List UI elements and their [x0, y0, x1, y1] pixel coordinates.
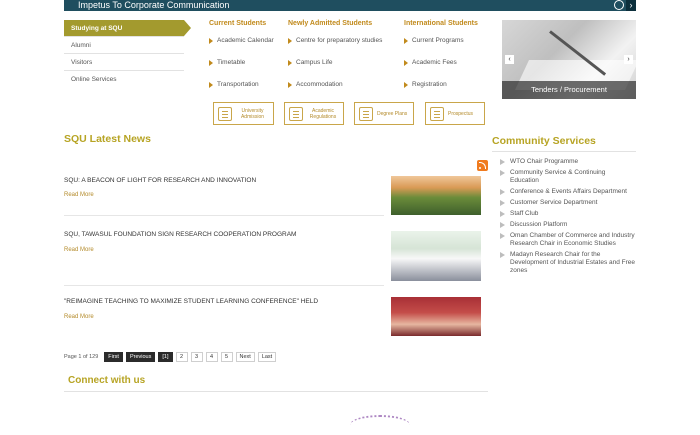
rss-icon[interactable]	[477, 160, 488, 171]
community-services-list: WTO Chair Programme Community Service & …	[500, 158, 636, 278]
page-button[interactable]: 5	[220, 352, 233, 362]
menu-heading: Current Students	[209, 20, 267, 27]
university-admission-button[interactable]: University Admission	[213, 102, 274, 125]
prospectus-button[interactable]: Prospectus	[425, 102, 485, 125]
news-pagination: Page 1 of 129 First Previous [1] 2 3 4 5…	[64, 352, 277, 362]
divider	[492, 151, 636, 152]
quick-link-label: Academic Regulations	[309, 107, 337, 120]
community-item[interactable]: Community Service & Continuing Education	[500, 169, 636, 185]
next-arrow-icon[interactable]: ›	[626, 0, 636, 11]
menu-link[interactable]: Campus Life	[288, 57, 382, 79]
community-item[interactable]: Oman Chamber of Commerce and Industry Re…	[500, 232, 636, 248]
news-section-title: SQU Latest News	[64, 133, 151, 145]
menu-link[interactable]: Registration	[404, 79, 478, 101]
page-button[interactable]: 3	[190, 352, 203, 362]
last-page-button[interactable]: Last	[257, 352, 277, 362]
page-info: Page 1 of 129	[64, 354, 99, 360]
left-nav-item-studying[interactable]: Studying at SQU	[64, 20, 191, 37]
read-more-link[interactable]: Read More	[64, 314, 94, 320]
community-item[interactable]: Conference & Events Affairs Department	[500, 188, 636, 196]
previous-page-button[interactable]: Previous	[125, 352, 156, 362]
menu-link[interactable]: Academic Calendar	[209, 35, 274, 57]
pause-icon[interactable]	[614, 0, 624, 10]
page-button-current[interactable]: [1]	[158, 352, 173, 362]
menu-link[interactable]: Transportation	[209, 79, 274, 101]
menu-link[interactable]: Centre for preparatory studies	[288, 35, 382, 57]
graduation-cap-icon	[359, 106, 373, 121]
tenders-caption[interactable]: Tenders / Procurement	[502, 81, 636, 99]
news-thumbnail[interactable]	[391, 297, 481, 336]
news-headline[interactable]: "REIMAGINE TEACHING TO MAXIMIZE STUDENT …	[64, 298, 318, 305]
menu-link[interactable]: Academic Fees	[404, 57, 478, 79]
read-more-link[interactable]: Read More	[64, 247, 94, 253]
community-item[interactable]: WTO Chair Programme	[500, 158, 636, 166]
menu-heading: Newly Admitted Students	[288, 20, 373, 27]
tenders-banner[interactable]: ‹ › Tenders / Procurement	[502, 20, 636, 99]
menu-link[interactable]: Accommodation	[288, 79, 382, 101]
page-button[interactable]: 2	[175, 352, 188, 362]
next-arrow-icon[interactable]: ›	[624, 55, 633, 64]
left-nav-item-online-services[interactable]: Online Services	[64, 71, 184, 88]
news-item: "REIMAGINE TEACHING TO MAXIMIZE STUDENT …	[64, 295, 488, 337]
globe-logo-icon	[350, 415, 410, 435]
top-banner[interactable]: Impetus To Corporate Communication ›	[64, 0, 636, 11]
news-thumbnail[interactable]	[391, 231, 481, 281]
quick-link-label: Degree Plans	[377, 110, 408, 117]
connect-title: Connect with us	[68, 375, 146, 386]
regulations-icon	[289, 106, 303, 121]
news-item: SQU: A BEACON OF LIGHT FOR RESEARCH AND …	[64, 172, 488, 216]
menu-international: International Students Current Programs …	[404, 20, 478, 101]
top-banner-text[interactable]: Impetus To Corporate Communication	[78, 0, 229, 10]
community-services-title: Community Services	[492, 135, 596, 147]
community-item[interactable]: Madayn Research Chair for the Developmen…	[500, 251, 636, 275]
left-nav-item-alumni[interactable]: Alumni	[64, 37, 184, 54]
quick-link-label: Prospectus	[448, 110, 474, 117]
left-nav-item-visitors[interactable]: Visitors	[64, 54, 184, 71]
academic-regulations-button[interactable]: Academic Regulations	[284, 102, 344, 125]
news-thumbnail[interactable]	[391, 176, 481, 215]
divider	[64, 215, 384, 216]
quick-link-label: University Admission	[240, 107, 265, 120]
menu-current-students: Current Students Academic Calendar Timet…	[209, 20, 274, 101]
read-more-link[interactable]: Read More	[64, 192, 94, 198]
community-item[interactable]: Discussion Platform	[500, 221, 636, 229]
admission-icon	[218, 106, 232, 121]
divider	[64, 391, 488, 392]
menu-newly-admitted: Newly Admitted Students Centre for prepa…	[288, 20, 382, 101]
community-item[interactable]: Staff Club	[500, 210, 636, 218]
first-page-button[interactable]: First	[104, 352, 123, 362]
page-button[interactable]: 4	[205, 352, 218, 362]
banner-controls: ›	[614, 0, 636, 11]
left-nav: Studying at SQU Alumni Visitors Online S…	[64, 20, 191, 88]
news-item: SQU, TAWASUL FOUNDATION SIGN RESEARCH CO…	[64, 228, 488, 286]
news-headline[interactable]: SQU: A BEACON OF LIGHT FOR RESEARCH AND …	[64, 177, 256, 184]
community-item[interactable]: Customer Service Department	[500, 199, 636, 207]
menu-link[interactable]: Current Programs	[404, 35, 478, 57]
menu-heading: International Students	[404, 20, 478, 27]
menu-link[interactable]: Timetable	[209, 57, 274, 79]
prev-arrow-icon[interactable]: ‹	[505, 55, 514, 64]
book-icon	[430, 106, 444, 121]
degree-plans-button[interactable]: Degree Plans	[354, 102, 414, 125]
news-headline[interactable]: SQU, TAWASUL FOUNDATION SIGN RESEARCH CO…	[64, 231, 296, 238]
next-page-button[interactable]: Next	[235, 352, 255, 362]
divider	[64, 285, 384, 286]
